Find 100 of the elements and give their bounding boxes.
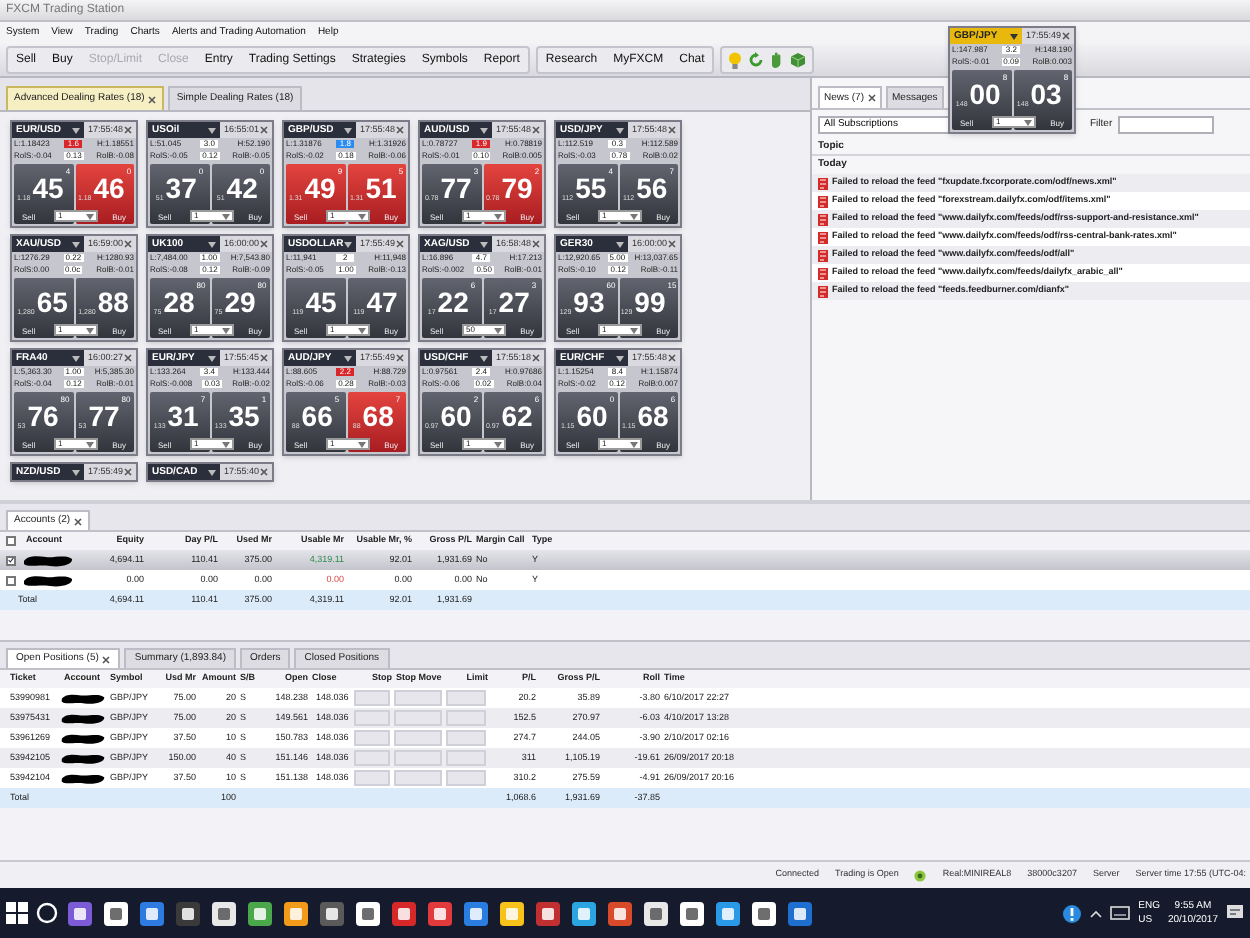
app-icon[interactable]	[210, 899, 238, 927]
close-icon[interactable]	[532, 126, 540, 134]
order-field[interactable]	[394, 770, 442, 786]
circular-arrow-icon[interactable]	[748, 52, 765, 68]
app-icon[interactable]	[354, 899, 382, 927]
app-icon[interactable]	[282, 899, 310, 927]
checkbox[interactable]	[6, 555, 16, 565]
close-icon[interactable]	[532, 240, 540, 248]
close-icon[interactable]	[260, 354, 268, 362]
app-icon[interactable]	[642, 899, 670, 927]
close-icon[interactable]	[124, 126, 132, 134]
app-icon[interactable]	[102, 899, 130, 927]
caret-icon	[480, 355, 488, 361]
close-icon[interactable]	[396, 240, 404, 248]
caret-icon	[72, 355, 80, 361]
order-field[interactable]	[446, 750, 486, 766]
caret-icon	[630, 327, 638, 333]
app-icon[interactable]	[138, 899, 166, 927]
app-icon[interactable]	[318, 899, 346, 927]
app-icon[interactable]	[606, 899, 634, 927]
close-icon[interactable]	[396, 126, 404, 134]
order-field[interactable]	[354, 730, 390, 746]
caret-icon	[480, 127, 488, 133]
close-icon[interactable]	[148, 95, 157, 103]
checkbox[interactable]	[6, 575, 16, 585]
close-icon[interactable]	[124, 468, 132, 476]
close-icon[interactable]	[124, 240, 132, 248]
order-field[interactable]	[354, 750, 390, 766]
caret-icon	[222, 441, 230, 447]
caret-icon	[1024, 119, 1032, 125]
app-icon[interactable]	[246, 899, 274, 927]
search-icon[interactable]	[36, 902, 58, 924]
chevron-up-icon[interactable]	[1090, 909, 1103, 917]
caret-icon	[72, 469, 80, 475]
caret-icon	[358, 441, 366, 447]
close-icon[interactable]	[668, 240, 676, 248]
keyboard-icon[interactable]	[1110, 906, 1131, 920]
order-field[interactable]	[354, 690, 390, 706]
hand-icon[interactable]	[770, 52, 785, 68]
app-icon[interactable]	[66, 899, 94, 927]
order-field[interactable]	[446, 770, 486, 786]
app-icon[interactable]	[174, 899, 202, 927]
order-field[interactable]	[446, 710, 486, 726]
close-icon[interactable]	[1062, 32, 1070, 40]
close-icon[interactable]	[868, 94, 877, 102]
close-icon[interactable]	[260, 240, 268, 248]
app-icon[interactable]	[570, 899, 598, 927]
order-field[interactable]	[354, 770, 390, 786]
caret-icon	[344, 127, 352, 133]
caret-icon	[86, 327, 94, 333]
app-icon[interactable]	[390, 899, 418, 927]
close-icon[interactable]	[102, 655, 111, 663]
close-icon[interactable]	[668, 126, 676, 134]
app-icon[interactable]	[426, 899, 454, 927]
order-field[interactable]	[354, 710, 390, 726]
caret-icon	[630, 441, 638, 447]
caret-icon	[208, 469, 216, 475]
filter-field[interactable]	[1118, 115, 1215, 133]
app-icon[interactable]	[534, 899, 562, 927]
close-icon[interactable]	[124, 354, 132, 362]
caret-icon	[208, 127, 216, 133]
caret-icon	[208, 241, 216, 247]
order-field[interactable]	[446, 690, 486, 706]
caret-icon	[616, 355, 624, 361]
caret-icon	[86, 441, 94, 447]
close-icon[interactable]	[396, 354, 404, 362]
close-icon[interactable]	[532, 354, 540, 362]
order-field[interactable]	[394, 710, 442, 726]
app-icon[interactable]	[750, 899, 778, 927]
order-field[interactable]	[394, 750, 442, 766]
caret-icon	[222, 327, 230, 333]
caret-icon	[72, 127, 80, 133]
error-icon	[818, 285, 828, 297]
check-icon	[8, 556, 14, 564]
app-icon[interactable]	[498, 899, 526, 927]
caret-icon	[208, 355, 216, 361]
caret-icon	[358, 213, 366, 219]
notification-icon[interactable]	[1226, 904, 1244, 922]
close-icon[interactable]	[260, 468, 268, 476]
lightbulb-icon[interactable]	[728, 51, 743, 69]
close-icon[interactable]	[260, 126, 268, 134]
checkbox[interactable]	[6, 536, 16, 546]
order-field[interactable]	[394, 730, 442, 746]
app-icon[interactable]	[786, 899, 814, 927]
app-icon[interactable]	[462, 899, 490, 927]
caret-icon	[344, 241, 352, 247]
cube-icon[interactable]	[790, 52, 807, 68]
start-button[interactable]	[6, 902, 28, 924]
app-icon[interactable]	[714, 899, 742, 927]
caret-icon	[494, 327, 502, 333]
close-icon[interactable]	[74, 517, 83, 525]
order-field[interactable]	[446, 730, 486, 746]
app-icon[interactable]	[678, 899, 706, 927]
close-icon[interactable]	[668, 354, 676, 362]
order-field[interactable]	[394, 690, 442, 706]
caret-icon	[616, 241, 624, 247]
caret-icon	[358, 327, 366, 333]
status-icon	[914, 869, 927, 881]
help-icon[interactable]	[1062, 903, 1083, 923]
caret-icon	[616, 127, 624, 133]
